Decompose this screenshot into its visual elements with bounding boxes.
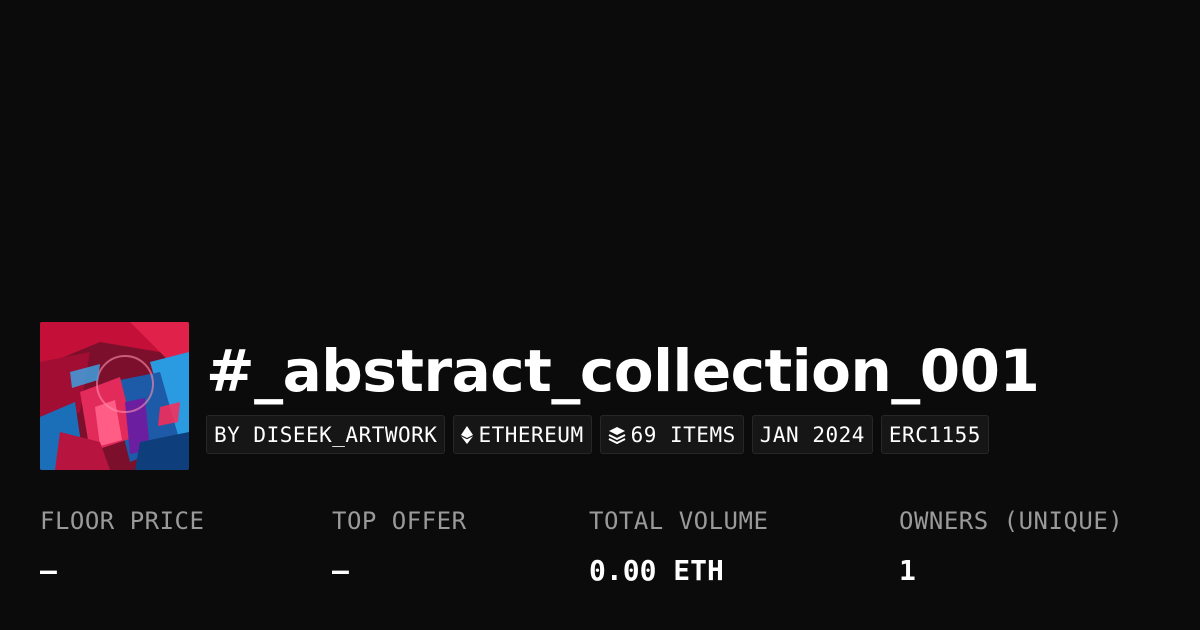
chain-tag[interactable]: ETHEREUM (453, 415, 592, 454)
floor-price-value: – (40, 554, 57, 587)
floor-price-label: FLOOR PRICE (40, 507, 205, 535)
created-date-tag[interactable]: JAN 2024 (751, 415, 873, 454)
total-volume-value: 0.00 ETH (589, 554, 724, 587)
total-volume-label: TOTAL VOLUME (589, 507, 769, 535)
collection-tags: BY DISEEK_ARTWORK ETHEREUM 69 ITEMS JAN … (206, 415, 989, 454)
creator-label: BY DISEEK_ARTWORK (214, 422, 438, 447)
abstract-artwork-image (40, 322, 189, 470)
chain-label: ETHEREUM (478, 422, 584, 447)
created-date-label: JAN 2024 (759, 422, 865, 447)
owners-label: OWNERS (UNIQUE) (899, 507, 1124, 535)
top-offer-stat: TOP OFFER – (332, 505, 467, 588)
owners-stat: OWNERS (UNIQUE) 1 (899, 505, 1123, 588)
items-count-label: 69 ITEMS (630, 422, 736, 447)
top-offer-value: – (332, 554, 349, 587)
layers-icon (608, 426, 626, 444)
owners-value: 1 (899, 554, 916, 587)
token-standard-label: ERC1155 (888, 422, 981, 447)
items-count-tag[interactable]: 69 ITEMS (599, 415, 744, 454)
floor-price-stat: FLOOR PRICE – (40, 505, 204, 588)
token-standard-tag[interactable]: ERC1155 (880, 415, 989, 454)
collection-thumbnail[interactable] (40, 322, 189, 470)
creator-tag[interactable]: BY DISEEK_ARTWORK (206, 415, 446, 454)
top-offer-label: TOP OFFER (332, 507, 467, 535)
collection-title: #_abstract_collection_001 (206, 337, 1040, 405)
ethereum-icon (461, 425, 474, 444)
total-volume-stat: TOTAL VOLUME 0.00 ETH (589, 505, 768, 588)
